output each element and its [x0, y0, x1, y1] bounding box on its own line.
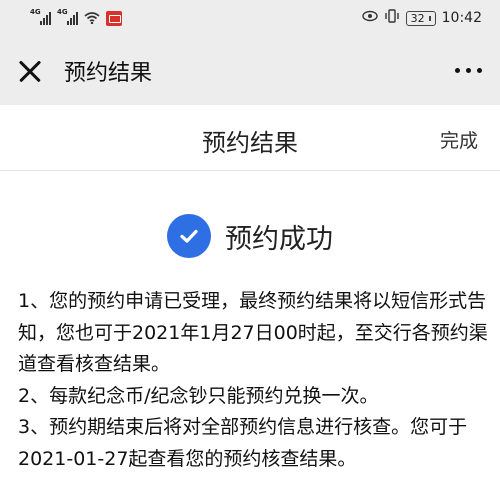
battery-indicator: 32	[405, 10, 436, 26]
signal-icon: 4G	[30, 8, 51, 25]
notice-item: 1、您的预约申请已受理，最终预约结果将以短信形式告知，您也可于2021年1月27…	[18, 290, 488, 375]
eye-comfort-icon	[361, 10, 378, 26]
vibrate-icon	[384, 9, 400, 27]
page-title: 预约结果	[202, 129, 298, 157]
done-button[interactable]: 完成	[440, 126, 478, 153]
window-title: 预约结果	[64, 60, 153, 86]
page-header: 预约结果 完成	[0, 105, 500, 171]
close-icon[interactable]	[18, 59, 42, 83]
success-label: 预约成功	[225, 223, 333, 255]
signal-icon-2: 4G	[57, 8, 78, 25]
more-options-icon[interactable]	[455, 68, 482, 73]
status-bar-right: 32 10:42	[361, 9, 482, 27]
title-bar: 预约结果	[0, 36, 500, 105]
network-type-label-2: 4G	[57, 8, 68, 16]
status-bar: 4G 4G 32 10:42	[0, 0, 500, 36]
battery-level: 32	[410, 11, 425, 25]
network-type-label: 4G	[30, 8, 41, 16]
notice-item: 3、预约期结束后将对全部预约信息进行核查。您可于2021-01-27起查看您的预…	[18, 416, 468, 470]
wifi-icon	[84, 12, 100, 24]
notification-app-icon	[106, 10, 122, 26]
notice-list: 1、您的预约申请已受理，最终预约结果将以短信形式告知，您也可于2021年1月27…	[18, 286, 488, 475]
success-check-icon	[167, 214, 211, 258]
status-bar-left: 4G 4G	[30, 8, 122, 26]
result-status: 预约成功	[0, 208, 500, 264]
clock: 10:42	[441, 10, 482, 26]
notice-item: 2、每款纪念币/纪念钞只能预约兑换一次。	[18, 384, 379, 407]
